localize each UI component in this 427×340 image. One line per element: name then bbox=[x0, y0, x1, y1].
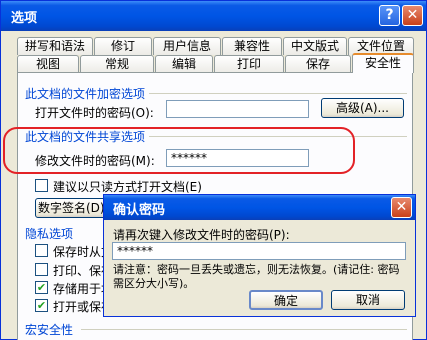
check-icon: ✔ bbox=[36, 281, 47, 294]
tab-user-info[interactable]: 用户信息 bbox=[153, 37, 221, 55]
readonly-label: 建议以只读方式打开文档(E) bbox=[53, 180, 202, 194]
ok-button[interactable]: 确定 bbox=[249, 290, 323, 310]
dialog-title: 选项 bbox=[11, 11, 38, 26]
confirm-title: 确认密码 bbox=[113, 203, 166, 218]
confirm-prompt: 请再次键入修改文件时的密码(P): bbox=[113, 228, 290, 242]
divider bbox=[81, 329, 407, 330]
confirm-close-button[interactable]: ✕ bbox=[391, 197, 412, 218]
confirm-password-input[interactable]: ****** bbox=[112, 242, 406, 260]
highlight-ring bbox=[3, 127, 355, 174]
privacy-checkbox[interactable] bbox=[35, 263, 48, 276]
tab-spelling[interactable]: 拼写和语法 bbox=[17, 37, 93, 55]
privacy-checkbox[interactable]: ✔ bbox=[35, 299, 48, 312]
open-password-label: 打开文件时的密码(O): bbox=[35, 106, 154, 120]
tab-compatibility[interactable]: 兼容性 bbox=[222, 37, 282, 55]
confirm-note: 请注意：密码一旦丢失或遗忘，则无法恢复。(请记住: 密码需区分大小写)。 bbox=[113, 263, 400, 290]
check-icon: ✔ bbox=[36, 299, 47, 312]
tab-print[interactable]: 打印 bbox=[214, 55, 284, 73]
title-bar[interactable]: 选项 ? ✕ bbox=[1, 1, 426, 31]
readonly-checkbox[interactable] bbox=[35, 179, 48, 192]
privacy-checkbox[interactable] bbox=[35, 244, 48, 257]
tab-view[interactable]: 视图 bbox=[17, 55, 79, 73]
privacy-section-title: 隐私选项 bbox=[25, 227, 74, 241]
help-button[interactable]: ? bbox=[379, 5, 400, 26]
open-password-input[interactable] bbox=[166, 100, 309, 118]
privacy-checkbox[interactable]: ✔ bbox=[35, 281, 48, 294]
close-icon: ✕ bbox=[395, 199, 408, 215]
macro-section-title: 宏安全性 bbox=[25, 323, 74, 337]
help-icon: ? bbox=[385, 7, 394, 23]
confirm-password-dialog: 确认密码 ✕ 请再次键入修改文件时的密码(P): ****** 请注意：密码一旦… bbox=[103, 194, 416, 317]
cancel-button[interactable]: 取消 bbox=[331, 290, 405, 310]
tab-edit[interactable]: 编辑 bbox=[155, 55, 213, 73]
encrypt-section-title: 此文档的文件加密选项 bbox=[25, 87, 146, 101]
tab-asian-typography[interactable]: 中文版式 bbox=[283, 37, 347, 55]
advanced-button[interactable]: 高级(A)... bbox=[321, 98, 404, 118]
tab-revisions[interactable]: 修订 bbox=[94, 37, 152, 55]
tab-security[interactable]: 安全性 bbox=[352, 53, 414, 73]
close-icon: ✕ bbox=[406, 7, 419, 23]
tab-general[interactable]: 常规 bbox=[80, 55, 154, 73]
tab-save[interactable]: 保存 bbox=[285, 55, 351, 73]
divider bbox=[149, 93, 407, 94]
close-button[interactable]: ✕ bbox=[402, 5, 423, 26]
confirm-title-bar[interactable]: 确认密码 ✕ bbox=[104, 195, 415, 220]
